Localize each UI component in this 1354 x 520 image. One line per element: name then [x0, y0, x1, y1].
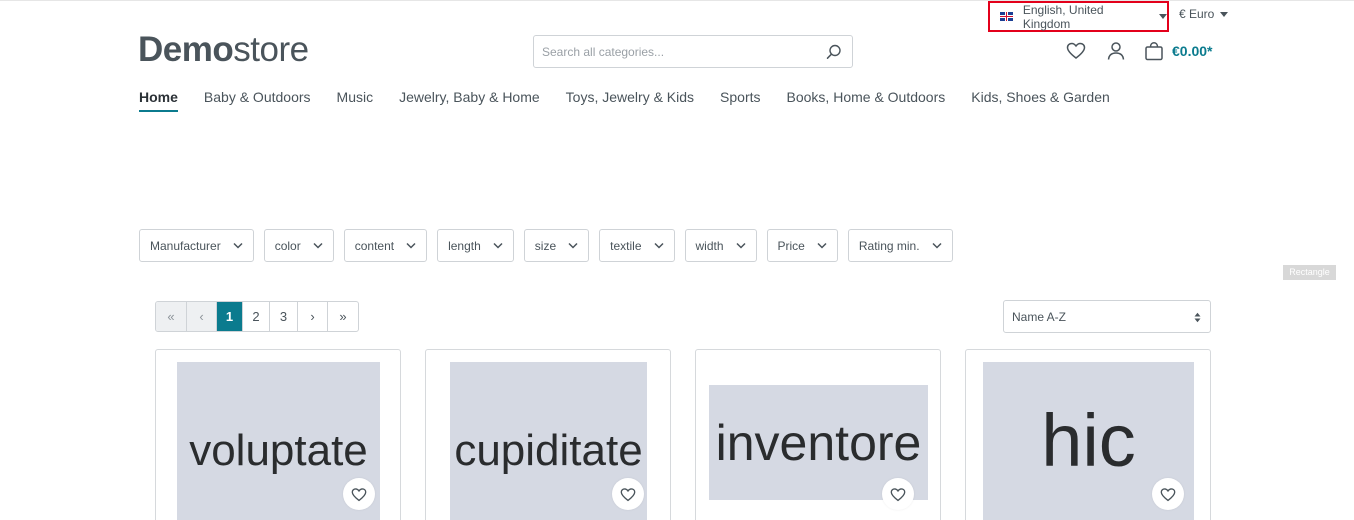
chevron-down-icon [233, 242, 243, 249]
filter-length[interactable]: length [437, 229, 514, 262]
nav-item-sports[interactable]: Sports [720, 89, 760, 112]
product-image-text: inventore [715, 414, 922, 471]
logo-bold-text: Demo [138, 30, 234, 69]
nav-item-baby-outdoors[interactable]: Baby & Outdoors [204, 89, 311, 112]
language-selector[interactable]: English, United Kingdom [988, 1, 1169, 32]
uk-flag-icon [1000, 12, 1013, 21]
filter-label: Price [777, 238, 805, 253]
filter-manufacturer[interactable]: Manufacturer [139, 229, 254, 262]
filter-label: Manufacturer [150, 238, 221, 253]
wishlist-button[interactable] [882, 478, 914, 510]
filter-label: textile [610, 238, 642, 253]
caret-down-icon [1220, 11, 1229, 17]
caret-down-icon [1159, 14, 1167, 19]
product-image-text: hic [1041, 398, 1136, 482]
chevron-down-icon [932, 242, 942, 249]
search-bar [533, 35, 853, 68]
heart-icon [351, 487, 367, 501]
main-navigation: Home Baby & Outdoors Music Jewelry, Baby… [139, 89, 1136, 112]
heart-icon [890, 487, 906, 501]
pagination: « ‹ 1 2 3 › » [155, 301, 359, 332]
logo-light-text: store [233, 30, 309, 69]
sort-arrows-icon [1194, 312, 1201, 323]
overlay-rectangle-label: Rectangle [1283, 265, 1336, 280]
pagination-last-button[interactable]: » [328, 302, 358, 331]
product-card[interactable]: inventore [695, 349, 941, 520]
filter-label: width [695, 238, 724, 253]
filter-content[interactable]: content [343, 229, 428, 262]
nav-item-toys-jewelry-kids[interactable]: Toys, Jewelry & Kids [566, 89, 694, 112]
chevron-down-icon [313, 242, 323, 249]
filter-label: content [354, 238, 395, 253]
chevron-down-icon [653, 242, 664, 249]
chevron-down-icon [406, 242, 416, 249]
account-icon[interactable] [1106, 41, 1126, 61]
wishlist-button[interactable] [1152, 478, 1184, 510]
sort-select[interactable]: Name A-Z [1003, 300, 1211, 333]
product-image-text: cupiditate [454, 426, 643, 475]
chevron-down-icon [735, 242, 746, 249]
pagination-first-button[interactable]: « [156, 302, 187, 331]
wishlist-button[interactable] [612, 478, 644, 510]
currency-label: € Euro [1179, 7, 1215, 21]
language-label: English, United Kingdom [1022, 2, 1104, 31]
store-logo[interactable]: Demostore [138, 30, 309, 70]
pagination-page-3[interactable]: 3 [270, 302, 298, 331]
filter-label: length [448, 238, 481, 253]
chevron-down-icon [493, 242, 503, 249]
product-card[interactable]: hic [965, 349, 1211, 520]
filter-width[interactable]: width [684, 229, 757, 262]
filter-textile[interactable]: textile [599, 229, 675, 262]
filter-label: color [274, 238, 301, 253]
currency-selector[interactable]: € Euro [1179, 7, 1229, 21]
product-image-text: voluptate [189, 426, 368, 475]
cart-icon[interactable] [1144, 41, 1164, 61]
cart-total[interactable]: €0.00* [1172, 43, 1212, 59]
sort-selected-value: Name A-Z [1012, 309, 1067, 324]
nav-item-jewelry-baby-home[interactable]: Jewelry, Baby & Home [399, 89, 540, 112]
product-card[interactable]: voluptate [155, 349, 401, 520]
filter-label: Rating min. [858, 238, 920, 253]
pagination-page-2[interactable]: 2 [243, 302, 270, 331]
pagination-prev-button[interactable]: ‹ [187, 302, 217, 331]
nav-item-home[interactable]: Home [139, 89, 178, 112]
pagination-next-button[interactable]: › [298, 302, 328, 331]
nav-item-music[interactable]: Music [337, 89, 374, 112]
nav-item-books-home-outdoors[interactable]: Books, Home & Outdoors [787, 89, 946, 112]
filter-label: size [534, 238, 557, 253]
search-input[interactable] [542, 44, 812, 59]
heart-icon [1160, 487, 1176, 501]
filter-size[interactable]: size [523, 229, 590, 262]
filter-bar: Manufacturer color content length size t… [139, 229, 963, 262]
chevron-down-icon [817, 242, 827, 249]
product-card[interactable]: cupiditate [425, 349, 671, 520]
chevron-down-icon [568, 242, 578, 249]
filter-rating-min[interactable]: Rating min. [847, 229, 953, 262]
heart-icon [620, 487, 636, 501]
wishlist-button[interactable] [343, 478, 375, 510]
search-icon[interactable] [826, 44, 842, 60]
nav-item-kids-shoes-garden[interactable]: Kids, Shoes & Garden [971, 89, 1110, 112]
filter-color[interactable]: color [263, 229, 334, 262]
heart-icon[interactable] [1066, 41, 1086, 61]
filter-price[interactable]: Price [766, 229, 838, 262]
pagination-page-1[interactable]: 1 [217, 302, 243, 331]
